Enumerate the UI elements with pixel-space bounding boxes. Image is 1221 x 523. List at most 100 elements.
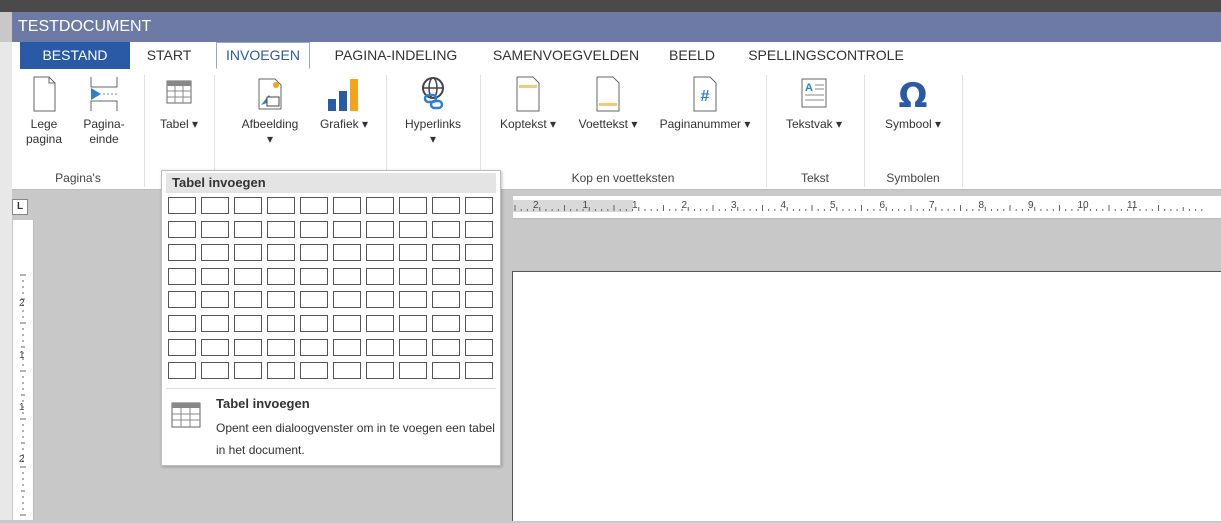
paginanummer-button[interactable]: # Paginanummer ▾ — [650, 75, 760, 132]
table-grid-cell[interactable] — [465, 197, 493, 214]
table-grid-cell[interactable] — [267, 244, 295, 262]
table-grid-cell[interactable] — [168, 244, 196, 262]
table-grid-cell[interactable] — [168, 362, 196, 380]
table-grid-cell[interactable] — [267, 362, 295, 380]
table-grid-cell[interactable] — [333, 220, 361, 238]
table-grid-cell[interactable] — [300, 315, 328, 332]
table-grid-cell[interactable] — [366, 244, 394, 262]
tab-start[interactable]: START — [140, 42, 198, 69]
table-grid-cell[interactable] — [465, 244, 493, 262]
table-grid-cell[interactable] — [300, 220, 328, 238]
table-grid-cell[interactable] — [432, 267, 460, 285]
table-grid-cell[interactable] — [432, 362, 460, 380]
table-grid-cell[interactable] — [267, 291, 295, 309]
table-grid-cell[interactable] — [300, 197, 328, 214]
table-grid-cell[interactable] — [399, 244, 427, 262]
table-grid-cell[interactable] — [168, 315, 196, 332]
pagina-einde-button[interactable]: Pagina- einde — [74, 75, 134, 147]
table-grid-cell[interactable] — [234, 197, 262, 214]
voettekst-button[interactable]: Voettekst ▾ — [566, 75, 650, 132]
table-grid-cell[interactable] — [300, 338, 328, 356]
table-grid-cell[interactable] — [201, 315, 229, 332]
tab-samenvoegvelden[interactable]: SAMENVOEGVELDEN — [482, 42, 650, 69]
tab-invoegen[interactable]: INVOEGEN — [216, 42, 310, 69]
tab-beeld[interactable]: BEELD — [664, 42, 720, 69]
table-grid-cell[interactable] — [234, 220, 262, 238]
table-grid-cell[interactable] — [399, 315, 427, 332]
lege-pagina-button[interactable]: Lege pagina — [18, 75, 70, 147]
tabel-button[interactable]: Tabel ▾ — [150, 75, 208, 132]
tab-pagina-indeling[interactable]: PAGINA-INDELING — [324, 42, 468, 69]
table-grid-cell[interactable] — [300, 244, 328, 262]
table-grid-cell[interactable] — [366, 197, 394, 214]
koptekst-button[interactable]: Koptekst ▾ — [490, 75, 566, 132]
table-grid-cell[interactable] — [366, 220, 394, 238]
table-grid-cell[interactable] — [333, 267, 361, 285]
document-page[interactable] — [512, 271, 1221, 521]
table-grid-cell[interactable] — [201, 291, 229, 309]
table-grid-cell[interactable] — [168, 220, 196, 238]
hyperlinks-button[interactable]: Hyperlinks ▾ — [396, 75, 470, 147]
table-grid-cell[interactable] — [267, 315, 295, 332]
table-grid-cell[interactable] — [465, 338, 493, 356]
vertical-ruler[interactable]: 2 1 1 2 — [13, 220, 34, 520]
table-grid-cell[interactable] — [432, 197, 460, 214]
tab-bestand[interactable]: BESTAND — [20, 42, 130, 69]
table-grid-cell[interactable] — [333, 291, 361, 309]
insert-table-command-title[interactable]: Tabel invoegen — [216, 396, 310, 411]
table-grid-cell[interactable] — [201, 197, 229, 214]
tab-spellingscontrole[interactable]: SPELLINGSCONTROLE — [734, 42, 918, 69]
table-grid-cell[interactable] — [234, 315, 262, 332]
table-grid-cell[interactable] — [399, 267, 427, 285]
table-grid-cell[interactable] — [465, 267, 493, 285]
table-grid-cell[interactable] — [201, 244, 229, 262]
table-grid-cell[interactable] — [465, 315, 493, 332]
table-grid-cell[interactable] — [399, 291, 427, 309]
tab-stop-selector[interactable]: L — [12, 199, 28, 215]
table-grid-cell[interactable] — [399, 338, 427, 356]
table-grid-cell[interactable] — [399, 362, 427, 380]
table-grid-cell[interactable] — [465, 220, 493, 238]
table-grid-cell[interactable] — [234, 338, 262, 356]
table-grid-cell[interactable] — [267, 267, 295, 285]
table-grid-cell[interactable] — [234, 267, 262, 285]
table-grid-cell[interactable] — [168, 197, 196, 214]
table-grid-cell[interactable] — [267, 220, 295, 238]
tekstvak-button[interactable]: A Tekstvak ▾ — [776, 75, 852, 132]
table-grid-cell[interactable] — [300, 267, 328, 285]
afbeelding-button[interactable]: Afbeelding ▾ — [230, 75, 310, 147]
table-grid-cell[interactable] — [399, 220, 427, 238]
table-grid-cell[interactable] — [366, 267, 394, 285]
table-grid-cell[interactable] — [201, 338, 229, 356]
table-grid-cell[interactable] — [300, 291, 328, 309]
table-grid-cell[interactable] — [432, 291, 460, 309]
table-grid-cell[interactable] — [333, 315, 361, 332]
table-grid-cell[interactable] — [267, 197, 295, 214]
table-grid-cell[interactable] — [201, 220, 229, 238]
table-grid-cell[interactable] — [333, 338, 361, 356]
table-grid-cell[interactable] — [300, 362, 328, 380]
table-grid-cell[interactable] — [168, 338, 196, 356]
table-grid-cell[interactable] — [201, 267, 229, 285]
table-grid-cell[interactable] — [465, 362, 493, 380]
table-grid-cell[interactable] — [432, 244, 460, 262]
table-grid-cell[interactable] — [399, 197, 427, 214]
table-grid-cell[interactable] — [168, 267, 196, 285]
table-grid-cell[interactable] — [366, 338, 394, 356]
symbool-button[interactable]: Ω Symbool ▾ — [874, 75, 952, 132]
table-grid-cell[interactable] — [465, 291, 493, 309]
table-grid-cell[interactable] — [234, 291, 262, 309]
table-grid-cell[interactable] — [267, 338, 295, 356]
table-grid-cell[interactable] — [333, 197, 361, 214]
table-grid-cell[interactable] — [168, 291, 196, 309]
table-grid-cell[interactable] — [234, 362, 262, 380]
horizontal-ruler[interactable]: 2 1 1 2 3 4 5 6 7 8 9 10 11 — [513, 196, 1221, 219]
table-grid-cell[interactable] — [432, 220, 460, 238]
table-grid-cell[interactable] — [366, 362, 394, 380]
table-grid-cell[interactable] — [432, 338, 460, 356]
table-grid-cell[interactable] — [366, 291, 394, 309]
table-grid-cell[interactable] — [333, 244, 361, 262]
table-grid-cell[interactable] — [366, 315, 394, 332]
table-grid-cell[interactable] — [333, 362, 361, 380]
grafiek-button[interactable]: Grafiek ▾ — [310, 75, 378, 132]
